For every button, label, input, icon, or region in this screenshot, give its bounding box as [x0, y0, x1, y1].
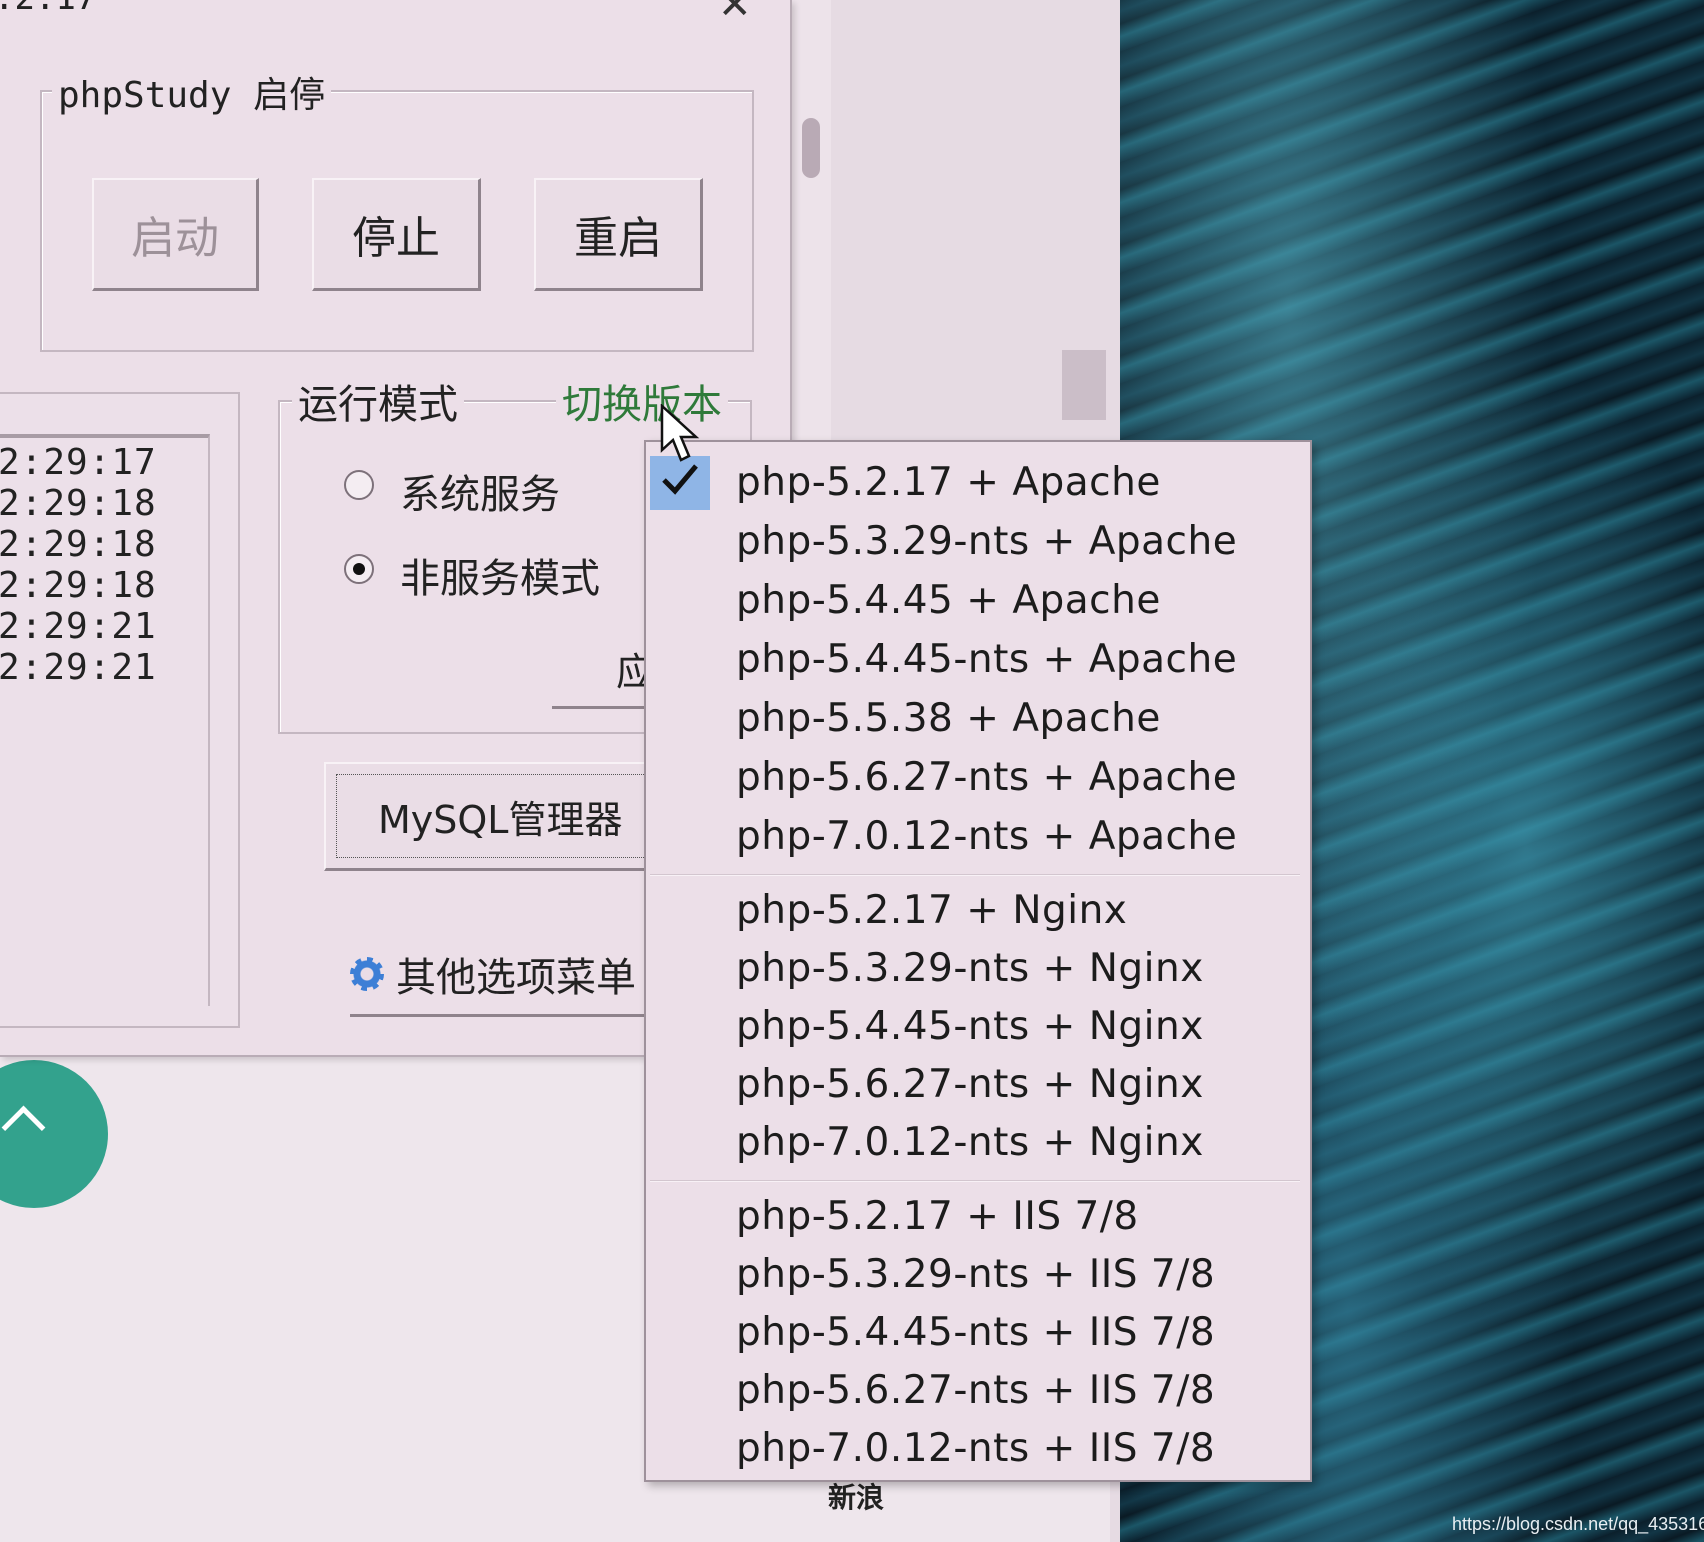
chevron-up-icon [1, 1105, 46, 1150]
menu-item-version[interactable]: php-7.0.12-nts + Apache [736, 814, 1237, 859]
menu-item-version[interactable]: php-5.6.27-nts + Nginx [736, 1062, 1204, 1107]
switch-version-link[interactable]: 切换版本 [556, 372, 728, 430]
menu-item-version[interactable]: php-7.0.12-nts + Nginx [736, 1120, 1204, 1165]
menu-item-version[interactable]: php-5.5.38 + Apache [736, 696, 1161, 741]
menu-item-version[interactable]: php-5.3.29-nts + IIS 7/8 [736, 1252, 1215, 1297]
restart-button[interactable]: 重启 [534, 178, 703, 291]
log-line: 2:29:18 [0, 565, 157, 606]
other-options-menu-button[interactable]: 其他选项菜单 [350, 934, 650, 1017]
radio-label-non-service-mode[interactable]: 非服务模式 [400, 546, 600, 604]
menu-item-version[interactable]: php-5.2.17 + IIS 7/8 [736, 1194, 1139, 1239]
radio-non-service-mode[interactable] [344, 554, 374, 584]
log-list[interactable]: 2:29:17 2:29:18 2:29:18 2:29:18 2:29:21 … [0, 434, 210, 1006]
close-icon[interactable]: ✕ [718, 0, 752, 28]
check-icon [662, 464, 698, 495]
log-line: 2:29:21 [0, 606, 157, 647]
menu-item-version[interactable]: php-5.3.29-nts + Apache [736, 519, 1237, 564]
menu-item-version[interactable]: php-7.0.12-nts + IIS 7/8 [736, 1426, 1215, 1471]
log-line: 2:29:21 [0, 647, 157, 688]
menu-item-version[interactable]: php-5.2.17 + Nginx [736, 888, 1127, 933]
page-scrollbar-thumb[interactable] [1062, 350, 1106, 420]
gear-icon [350, 957, 384, 991]
stop-button[interactable]: 停止 [312, 178, 481, 291]
watermark: https://blog.csdn.net/qq_43531669 [1452, 1514, 1704, 1534]
log-line: 2:29:18 [0, 524, 157, 565]
menu-item-version[interactable]: php-5.6.27-nts + IIS 7/8 [736, 1368, 1215, 1413]
radio-system-service[interactable] [344, 470, 374, 500]
page-text-fragment: 新浪 [828, 1481, 885, 1514]
radio-label-system-service[interactable]: 系统服务 [400, 462, 560, 520]
selected-check-highlight [650, 456, 710, 510]
menu-item-version[interactable]: php-5.4.45-nts + IIS 7/8 [736, 1310, 1215, 1355]
log-line: 2:29:18 [0, 483, 157, 524]
menu-item-version[interactable]: php-5.2.17 + Apache [736, 460, 1161, 505]
menu-item-version[interactable]: php-5.3.29-nts + Nginx [736, 946, 1204, 991]
start-button[interactable]: 启动 [92, 178, 259, 291]
menu-item-version[interactable]: php-5.4.45-nts + Nginx [736, 1004, 1204, 1049]
version-menu: php-5.2.17 + Apache php-5.3.29-nts + Apa… [644, 440, 1312, 1482]
run-mode-label: 运行模式 [292, 372, 464, 430]
window-scrollbar-thumb[interactable] [802, 118, 820, 178]
cursor-icon [660, 404, 700, 462]
menu-item-version[interactable]: php-5.4.45 + Apache [736, 578, 1161, 623]
other-options-label: 其他选项菜单 [396, 955, 636, 1001]
log-line: 2:29:17 [0, 442, 157, 483]
menu-separator [650, 1180, 1300, 1182]
log-panel: 2:29:17 2:29:18 2:29:18 2:29:18 2:29:21 … [0, 392, 240, 1028]
window-title: .2.17 [0, 0, 96, 18]
menu-separator [650, 874, 1300, 876]
start-stop-group-label: phpStudy 启停 [52, 66, 332, 118]
menu-item-version[interactable]: php-5.4.45-nts + Apache [736, 637, 1237, 682]
menu-item-version[interactable]: php-5.6.27-nts + Apache [736, 755, 1237, 800]
